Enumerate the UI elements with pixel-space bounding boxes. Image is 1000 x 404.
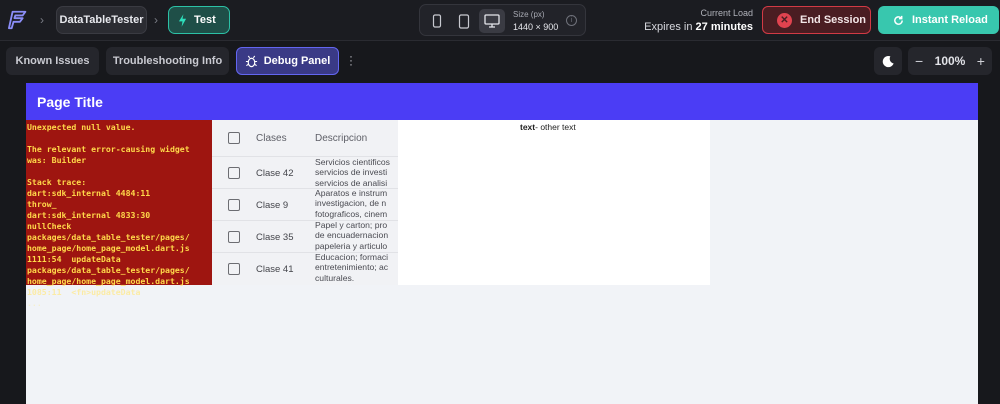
cell-clase: Clase 41 (256, 264, 294, 275)
cell-descripcion: Educacion; formaci entretenimiento; ac cul… (315, 252, 389, 283)
tablet-device-button[interactable] (451, 9, 477, 33)
chevron-right-icon: › (154, 13, 158, 27)
zoom-in-button[interactable]: + (977, 53, 985, 69)
tablet-icon (458, 13, 470, 29)
bolt-icon (178, 13, 187, 27)
moon-icon (882, 55, 894, 67)
refresh-icon (894, 15, 903, 25)
info-icon[interactable]: i (566, 15, 577, 26)
device-selector: Size (px) 1440 × 900 i (419, 4, 586, 36)
secondary-toolbar: Known Issues Troubleshooting Info Debug … (0, 42, 1000, 82)
bug-icon (245, 55, 257, 67)
test-label: Test (194, 14, 216, 26)
flutterflow-logo-icon[interactable] (8, 9, 30, 31)
phone-icon (432, 14, 442, 28)
debug-panel-button[interactable]: Debug Panel (236, 47, 339, 75)
instant-reload-button[interactable]: Instant Reload (878, 6, 999, 34)
project-breadcrumb[interactable]: DataTableTester (56, 6, 147, 34)
data-table: Clases Descripcion Clase 42 Servicios ci… (212, 120, 398, 285)
test-mode-button[interactable]: Test (168, 6, 230, 34)
dark-mode-toggle[interactable] (874, 47, 902, 75)
cell-clase: Clase 35 (256, 232, 294, 243)
table-row[interactable]: Clase 41 Educacion; formaci entretenimien… (212, 252, 398, 284)
chevron-right-icon: › (40, 13, 44, 27)
app-preview-canvas: Page Title Unexpected null value. The re… (26, 83, 978, 404)
phone-device-button[interactable] (424, 9, 450, 33)
row-checkbox[interactable] (228, 263, 240, 275)
troubleshooting-info-button[interactable]: Troubleshooting Info (106, 47, 229, 75)
table-row[interactable]: Clase 9 Aparatos e instrum investigacion,… (212, 188, 398, 220)
zoom-out-button[interactable]: − (915, 53, 923, 69)
known-issues-button[interactable]: Known Issues (6, 47, 99, 75)
cell-descripcion: Papel y carton; pro de encuadernacion pape… (315, 220, 389, 251)
desktop-device-button[interactable] (479, 9, 505, 33)
zoom-level: 100% (934, 54, 966, 68)
expires-prefix: Expires in (644, 21, 693, 33)
end-session-label: End Session (800, 14, 867, 26)
close-circle-icon: ✕ (777, 12, 792, 28)
content-panel: text- other text (398, 120, 710, 285)
row-checkbox[interactable] (228, 167, 240, 179)
row-checkbox[interactable] (228, 199, 240, 211)
page-title: Page Title (37, 94, 103, 110)
row-checkbox[interactable] (228, 231, 240, 243)
rich-text-rest: - other text (535, 122, 576, 132)
cell-clase: Clase 42 (256, 168, 294, 179)
rich-text: text- other text (520, 122, 576, 132)
more-vertical-icon[interactable]: · · · (349, 50, 353, 70)
error-widget: Unexpected null value. The relevant erro… (26, 120, 212, 308)
current-load-label: Current Load (700, 8, 753, 18)
column-header-descripcion[interactable]: Descripcion (315, 133, 367, 144)
desktop-icon (484, 14, 500, 28)
debug-panel-label: Debug Panel (263, 55, 331, 67)
select-all-checkbox[interactable] (228, 132, 240, 144)
table-row[interactable]: Clase 35 Papel y carton; pro de encuadern… (212, 220, 398, 252)
instant-reload-label: Instant Reload (912, 14, 988, 26)
session-expiry: Expires in 27 minutes (644, 21, 753, 33)
rich-text-bold: text (520, 122, 536, 132)
app-bar: Page Title (26, 83, 978, 120)
size-label: Size (px) (513, 10, 545, 19)
top-toolbar: › DataTableTester › Test Size (px) 1440 … (0, 0, 1000, 41)
expires-value: 27 minutes (695, 21, 753, 33)
table-row[interactable]: Clase 42 Servicios cientificos servicios … (212, 156, 398, 188)
zoom-control: − 100% + (908, 47, 992, 75)
cell-descripcion: Servicios cientificos servicios de invest… (315, 157, 390, 188)
cell-clase: Clase 9 (256, 200, 289, 211)
error-message: Unexpected null value. The relevant erro… (27, 122, 190, 308)
table-header: Clases Descripcion (212, 120, 398, 156)
cell-descripcion: Aparatos e instrum investigacion, de n fot… (315, 188, 388, 219)
size-value: 1440 × 900 (513, 22, 559, 32)
column-header-clases[interactable]: Clases (256, 133, 287, 144)
end-session-button[interactable]: ✕ End Session (762, 6, 871, 34)
